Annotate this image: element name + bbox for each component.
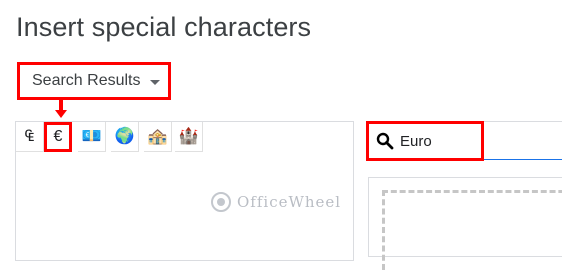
euro-banknote-icon: 💶 xyxy=(81,127,102,145)
char-cell-post-office[interactable]: 🏤 xyxy=(144,122,172,152)
char-cell-euro-banknote[interactable]: 💶 xyxy=(78,122,106,152)
search-field-border xyxy=(484,121,562,122)
search-field-underline xyxy=(484,159,562,160)
chevron-down-icon xyxy=(149,79,160,85)
drawing-panel[interactable] xyxy=(368,177,562,270)
search-field[interactable] xyxy=(366,121,484,161)
char-cell-globe[interactable]: 🌍 xyxy=(111,122,139,152)
castle-icon: 🏰 xyxy=(178,127,199,145)
category-dropdown[interactable]: Search Results xyxy=(17,62,171,100)
watermark: OfficeWheel xyxy=(211,192,341,212)
char-cell-euro-sign[interactable]: € xyxy=(44,122,72,152)
post-office-icon: 🏤 xyxy=(147,127,168,145)
globe-icon: 🌍 xyxy=(114,127,135,145)
search-icon xyxy=(376,132,394,150)
watermark-text: OfficeWheel xyxy=(237,193,342,211)
search-results-panel: ₠ € 💶 🌍 🏤 🏰 xyxy=(15,121,354,261)
char-cell-castle[interactable]: 🏰 xyxy=(175,122,203,152)
category-dropdown-label: Search Results xyxy=(32,72,141,89)
search-input[interactable] xyxy=(400,132,480,150)
drawing-area[interactable] xyxy=(382,190,562,270)
char-glyph: ₠ xyxy=(25,127,34,145)
char-glyph: € xyxy=(53,128,63,145)
watermark-logo-icon xyxy=(211,192,231,212)
annotation-arrow-head xyxy=(55,110,67,118)
dialog-title: Insert special characters xyxy=(16,12,312,42)
char-cell-euro-currency-sign[interactable]: ₠ xyxy=(16,122,44,152)
